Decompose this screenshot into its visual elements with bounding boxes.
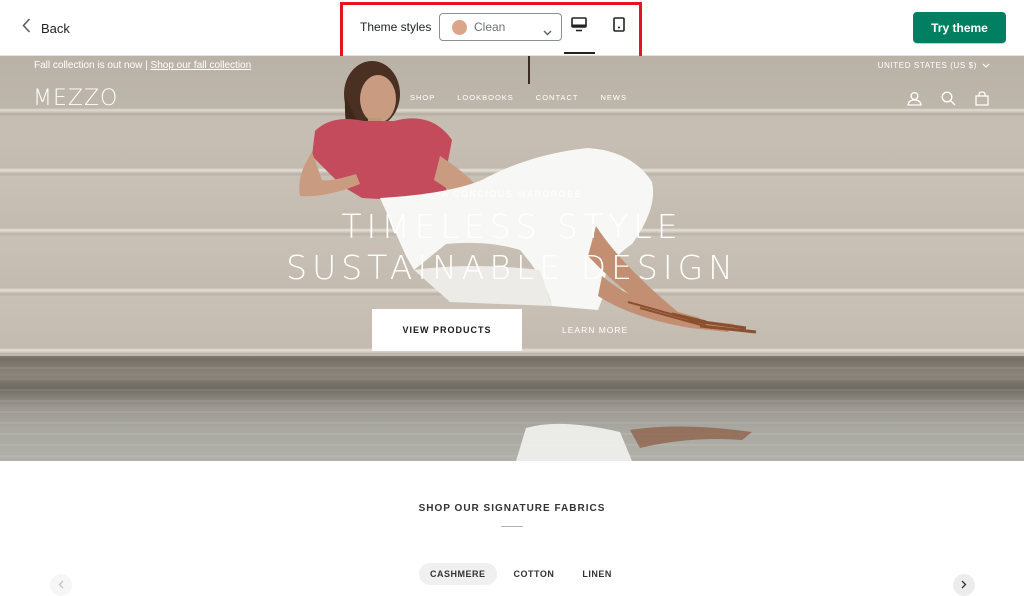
tab-cashmere[interactable]: CASHMERE [419, 563, 497, 585]
search-icon[interactable] [939, 89, 957, 107]
shop-fall-collection-link[interactable]: Shop our fall collection [151, 60, 252, 71]
account-icon[interactable] [905, 89, 923, 107]
theme-styles-label: Theme styles [360, 20, 432, 34]
back-button[interactable]: Back [22, 18, 70, 38]
view-products-button[interactable]: VIEW PRODUCTS [372, 309, 522, 351]
style-swatch [452, 19, 467, 35]
chevron-left-icon [58, 576, 64, 594]
section-divider [501, 526, 523, 527]
announcement-separator: | [142, 60, 151, 71]
store-logo[interactable]: MEZZO [33, 86, 118, 111]
hero-headline-line1: TIMELESS STYLE [341, 207, 683, 246]
chevron-down-icon [982, 61, 990, 70]
nav-item-lookbooks[interactable]: LOOKBOOKS [457, 93, 514, 102]
mobile-preview-button[interactable] [604, 14, 634, 40]
back-label: Back [41, 20, 70, 36]
chevron-left-icon [22, 18, 31, 38]
currency-label: UNITED STATES (US $) [877, 61, 977, 70]
chevron-right-icon [961, 576, 967, 594]
store-nav: SHOP LOOKBOOKS CONTACT NEWS [410, 93, 627, 102]
theme-style-value: Clean [474, 20, 506, 34]
fabric-tabs: CASHMERE COTTON LINEN [419, 563, 623, 585]
try-theme-button[interactable]: Try theme [913, 12, 1006, 43]
nav-item-news[interactable]: NEWS [601, 93, 628, 102]
carousel-next-button[interactable] [953, 574, 975, 596]
tab-linen[interactable]: LINEN [571, 563, 623, 585]
announcement-text: Fall collection is out now [34, 60, 143, 71]
active-device-indicator [564, 52, 595, 54]
mobile-icon [613, 17, 625, 37]
nav-item-contact[interactable]: CONTACT [536, 93, 579, 102]
section-title: SHOP OUR SIGNATURE FABRICS [418, 503, 606, 514]
cart-icon[interactable] [973, 89, 991, 107]
chevron-down-icon [543, 23, 552, 41]
header-icons [905, 89, 991, 107]
desktop-icon [571, 17, 587, 37]
hero-kicker: A CONCIOUS WARDROBE [441, 189, 583, 199]
preview-toolbar: Back Theme styles Clean Try theme [0, 0, 1024, 61]
theme-style-select[interactable]: Clean [439, 13, 562, 41]
hero-banner: Fall collection is out now | Shop our fa… [0, 56, 1024, 461]
carousel-prev-button[interactable] [50, 574, 72, 596]
hero-headline-line2: SUSTAINABLE DESIGN [286, 248, 738, 287]
nav-item-shop[interactable]: SHOP [410, 93, 435, 102]
learn-more-link[interactable]: LEARN MORE [562, 325, 628, 335]
desktop-preview-button[interactable] [564, 14, 594, 40]
announcement-bar: Fall collection is out now | Shop our fa… [34, 60, 251, 71]
tab-cotton[interactable]: COTTON [503, 563, 566, 585]
currency-selector[interactable]: UNITED STATES (US $) [878, 61, 990, 70]
